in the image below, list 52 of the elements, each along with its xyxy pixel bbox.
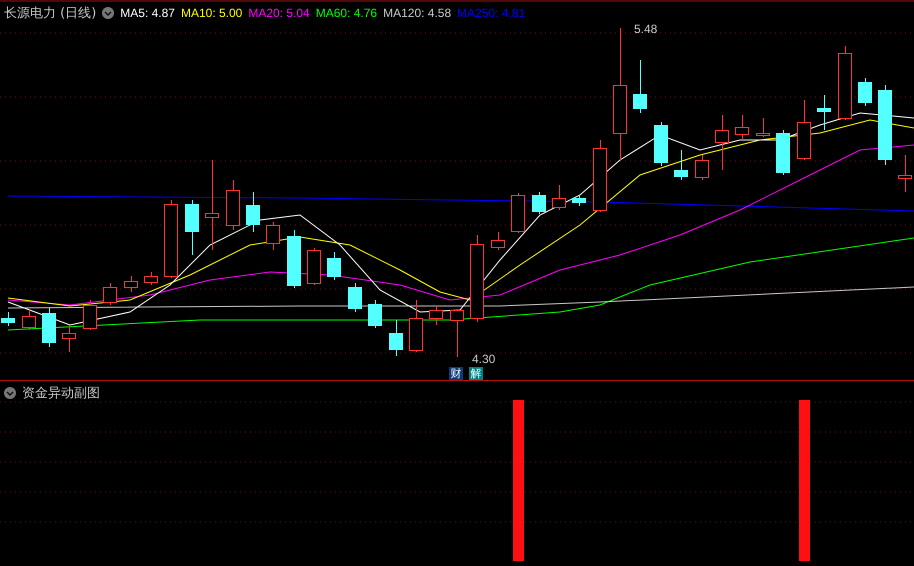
chevron-down-icon[interactable] <box>102 7 114 19</box>
candlestick <box>307 248 321 286</box>
candlestick <box>42 308 56 348</box>
candlestick <box>776 130 790 176</box>
candlestick <box>735 114 749 140</box>
candlestick <box>817 94 831 130</box>
candlestick <box>83 300 97 330</box>
candlestick <box>246 192 260 232</box>
indicator-label: MA10: 5.00 <box>180 6 242 20</box>
candlestick <box>654 122 668 166</box>
candlestick <box>429 306 443 326</box>
event-badge: 解 <box>469 367 483 380</box>
candlestick <box>633 60 647 114</box>
indicator-label: MA250: 4.81 <box>457 6 526 20</box>
chart-title: 资金异动副图 <box>22 385 100 402</box>
candlestick <box>62 324 76 352</box>
candlestick <box>409 300 423 352</box>
candlestick <box>532 192 546 214</box>
candlestick <box>450 310 464 358</box>
candlestick <box>103 282 117 306</box>
candlestick <box>511 192 525 234</box>
candlestick <box>22 310 36 330</box>
indicator-label: MA20: 5.04 <box>248 6 310 20</box>
candlestick <box>368 300 382 328</box>
high-price-label: 5.48 <box>634 22 658 36</box>
event-badge: 财 <box>449 367 463 380</box>
candlestick <box>389 320 403 356</box>
candlestick <box>226 180 240 230</box>
candlestick <box>715 114 729 170</box>
candlestick <box>348 282 362 312</box>
candlestick <box>756 118 770 138</box>
candlestick <box>1 312 15 326</box>
candlestick <box>185 200 199 256</box>
candlestick <box>124 276 138 292</box>
candlestick <box>572 194 586 206</box>
chevron-down-icon[interactable] <box>4 387 16 399</box>
candlestick <box>327 252 341 280</box>
candlestick <box>144 272 158 286</box>
candlestick <box>695 154 709 180</box>
indicator-label: MA5: 4.87 <box>120 6 175 20</box>
candlestick <box>797 100 811 160</box>
indicator-label: MA60: 4.76 <box>316 6 378 20</box>
candlestick <box>898 154 912 192</box>
chart-title: 长源电力 (日线) <box>4 5 96 22</box>
indicator-label: MA120: 4.58 <box>383 6 452 20</box>
candlestick <box>491 232 505 250</box>
low-price-label: 4.30 <box>472 353 496 365</box>
candlestick <box>858 78 872 106</box>
candlestick <box>674 150 688 180</box>
candlestick <box>287 230 301 288</box>
candlestick <box>266 222 280 250</box>
candlestick <box>552 184 566 210</box>
